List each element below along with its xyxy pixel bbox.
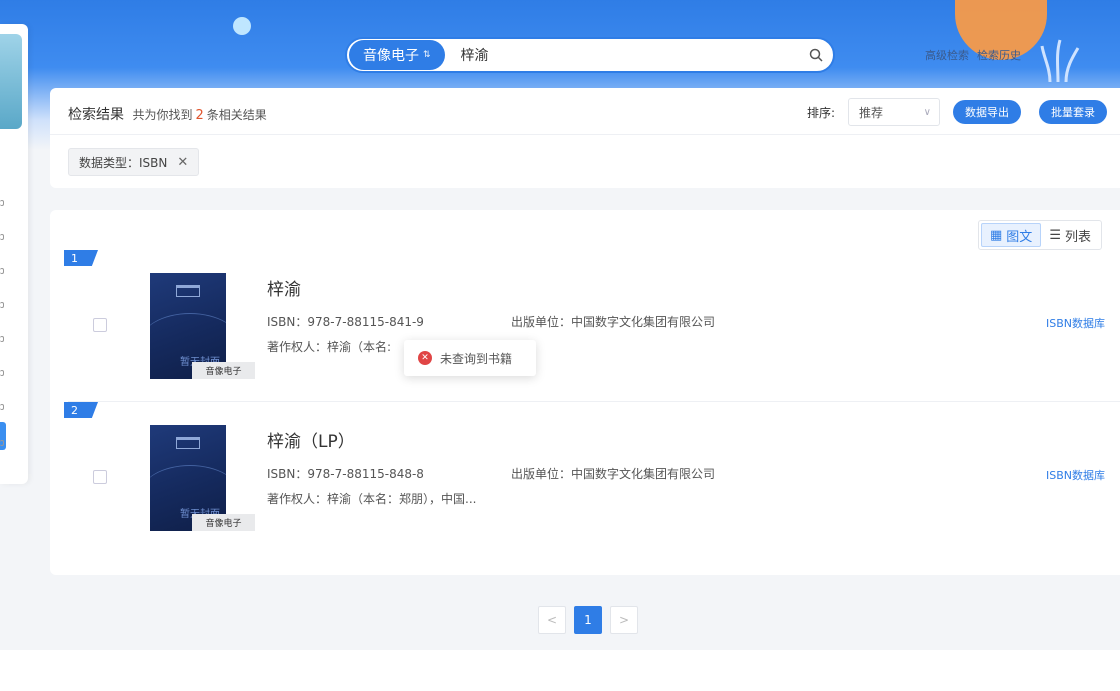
select-checkbox[interactable] (93, 318, 107, 332)
search-type-select[interactable]: 音像电子 ⇅ (349, 40, 445, 70)
list-item: 1 暂无封面 音像电子 梓渝 ISBN：978-7-88115-841-9 出版… (50, 250, 1120, 402)
decorative-dot (233, 17, 251, 35)
sort-select[interactable]: 推荐 ∨ (848, 98, 940, 126)
plant-illustration (1040, 39, 1080, 82)
results-summary-prefix: 共为你找到 (132, 108, 193, 122)
grid-view-button[interactable]: ▦ 图文 (981, 223, 1042, 247)
results-list: ▦ 图文 ☰ 列表 1 暂无封面 音像电子 梓渝 ISBN：978-7-8811… (50, 210, 1120, 575)
advanced-search-link[interactable]: 高级检索 (925, 47, 969, 63)
media-type-tag: 音像电子 (192, 362, 255, 379)
sort-value: 推荐 (859, 105, 884, 120)
sort-label: 排序: (807, 106, 836, 120)
list-view-button[interactable]: ☰ 列表 (1041, 223, 1099, 247)
sidebar-item[interactable] (0, 200, 4, 206)
item-isbn: ISBN：978-7-88115-841-9 (267, 315, 424, 329)
sidebar-item[interactable] (0, 370, 4, 376)
view-toggle: ▦ 图文 ☰ 列表 (978, 220, 1102, 250)
list-item: 2 暂无封面 音像电子 梓渝（LP） ISBN：978-7-88115-848-… (50, 402, 1120, 554)
grid-view-label: 图文 (1006, 229, 1033, 245)
footer-area (0, 650, 1120, 691)
list-view-label: 列表 (1064, 229, 1091, 245)
building-icon (176, 285, 200, 297)
item-title[interactable]: 梓渝（LP） (267, 427, 355, 452)
sidebar-item[interactable] (0, 440, 4, 446)
batch-import-button[interactable]: 批量套录 (1039, 100, 1107, 124)
database-link[interactable]: ISBN数据库 (1046, 315, 1105, 331)
results-heading: 检索结果 (68, 107, 124, 123)
item-publisher: 出版单位：中国数字文化集团有限公司 (511, 467, 716, 481)
filter-tag: 数据类型：ISBN ✕ (68, 148, 200, 176)
search-icon[interactable] (799, 48, 833, 62)
item-publisher: 出版单位：中国数字文化集团有限公司 (511, 315, 716, 329)
pagination: < 1 > (538, 606, 638, 634)
sidebar-item[interactable] (0, 336, 4, 342)
tooltip-message: 未查询到书籍 (440, 351, 513, 366)
sidebar-image (0, 34, 22, 129)
item-title[interactable]: 梓渝 (267, 275, 301, 300)
divider (50, 134, 1120, 135)
left-sidebar (0, 24, 28, 484)
results-summary-suffix: 条相关结果 (206, 108, 267, 122)
close-icon[interactable]: ✕ (177, 155, 188, 170)
chevron-down-icon: ∨ (923, 106, 931, 118)
filter-tag-label: 数据类型：ISBN (79, 155, 168, 170)
error-icon: ✕ (418, 351, 432, 365)
swap-icon: ⇅ (423, 50, 431, 60)
results-title: 检索结果 共为你找到 2 条相关结果 (68, 104, 267, 124)
index-badge: 1 (64, 250, 98, 266)
item-copyright: 著作权人：梓渝（本名：郑朋），中国... (267, 492, 477, 506)
error-tooltip: ✕ 未查询到书籍 (404, 340, 536, 376)
item-isbn: ISBN：978-7-88115-848-8 (267, 467, 424, 481)
sidebar-item[interactable] (0, 234, 4, 240)
media-type-tag: 音像电子 (192, 514, 255, 531)
sidebar-item[interactable] (0, 302, 4, 308)
database-link[interactable]: ISBN数据库 (1046, 467, 1105, 483)
results-count: 2 (195, 108, 204, 123)
building-icon (176, 437, 200, 449)
item-copyright: 著作权人：梓渝（本名: (267, 340, 392, 354)
search-bar: 音像电子 ⇅ (345, 37, 835, 73)
sidebar-item[interactable] (0, 404, 4, 410)
search-history-link[interactable]: 检索历史 (977, 47, 1021, 63)
search-type-label: 音像电子 (363, 48, 419, 64)
next-page-button[interactable]: > (610, 606, 638, 634)
search-input[interactable] (444, 40, 799, 70)
page-button-current[interactable]: 1 (574, 606, 602, 634)
results-header: 检索结果 共为你找到 2 条相关结果 排序: 推荐 ∨ 数据导出 批量套录 数据类型… (50, 88, 1120, 188)
select-checkbox[interactable] (93, 470, 107, 484)
prev-page-button[interactable]: < (538, 606, 566, 634)
grid-icon: ▦ (990, 227, 1003, 243)
sidebar-item[interactable] (0, 268, 4, 274)
export-button[interactable]: 数据导出 (953, 100, 1021, 124)
list-icon: ☰ (1049, 227, 1061, 243)
top-links: 高级检索 检索历史 (925, 47, 1021, 63)
index-badge: 2 (64, 402, 98, 418)
